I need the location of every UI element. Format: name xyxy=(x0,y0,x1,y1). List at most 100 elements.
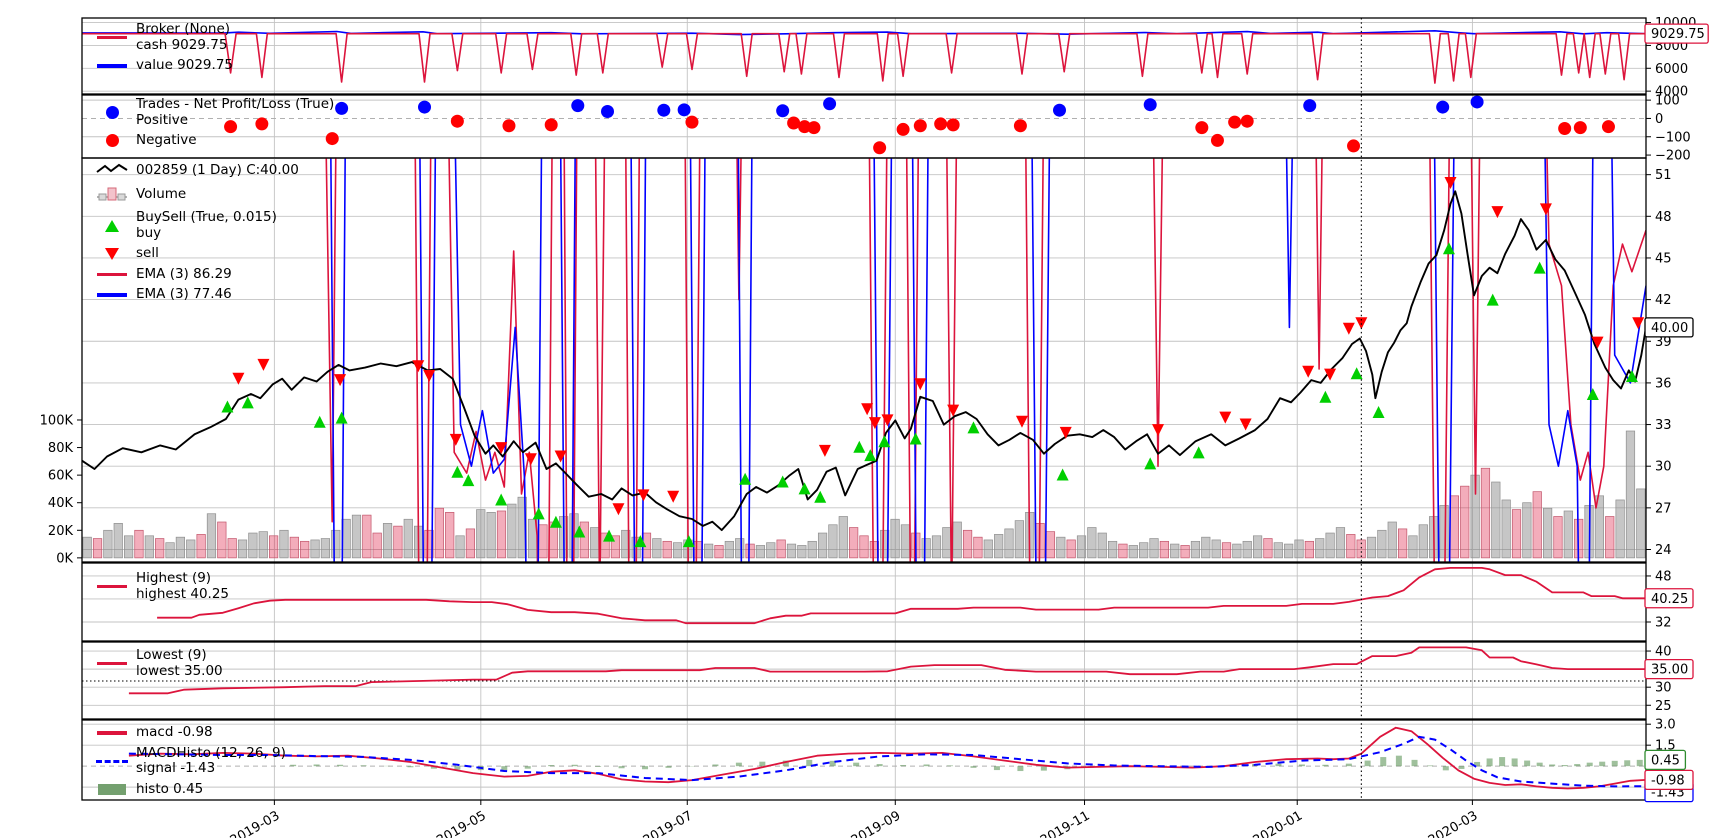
legend-icon-cell xyxy=(88,272,136,276)
y-axis-label-trades: 0 xyxy=(1655,112,1663,127)
price-line-icon xyxy=(96,161,128,180)
svg-text:40.00: 40.00 xyxy=(1651,321,1688,336)
volume-axis-label: 20K xyxy=(48,524,74,539)
svg-text:35.00: 35.00 xyxy=(1651,663,1688,678)
legend-label: EMA (3) 77.46 xyxy=(136,286,232,302)
negative-dot-icon xyxy=(105,134,119,148)
legend-main-row-5: EMA (3) 77.46 xyxy=(88,286,299,303)
cash-line-icon xyxy=(97,35,127,40)
legend-lowest-row-0: Lowest (9) lowest 35.00 xyxy=(88,647,223,679)
y-axis-label-trades: 100 xyxy=(1655,94,1680,109)
y-axis-label-main: 42 xyxy=(1655,293,1672,308)
positive-trades xyxy=(335,95,1484,118)
y-axis-label-main: 51 xyxy=(1655,168,1672,183)
legend-broker: Broker (None) cash 9029.75 value 9029.75 xyxy=(88,21,233,74)
legend-label: sell xyxy=(136,245,159,261)
legend-main-row-4: EMA (3) 86.29 xyxy=(88,265,299,283)
positive-dot-icon xyxy=(105,106,119,119)
y-axis-label-broker: 6000 xyxy=(1655,62,1688,77)
legend-icon-cell xyxy=(88,106,136,119)
y-axis-label-trades: −200 xyxy=(1655,149,1691,164)
volume-axis-label: 40K xyxy=(48,496,74,511)
histo-icon xyxy=(98,783,126,795)
highest-line-icon xyxy=(97,584,127,589)
value-tag-macd: -0.98 xyxy=(1644,769,1694,791)
y-axis-label-main: 33 xyxy=(1655,418,1672,433)
x-tick-label: 2019-07 xyxy=(641,808,696,838)
backtrader-figure: 100008000600040009029.75100 0 −100 −200 100K… xyxy=(0,0,1734,838)
legend-icon-cell xyxy=(88,293,136,297)
legend-label: Lowest (9) lowest 35.00 xyxy=(136,647,223,679)
y-axis-label-lowest: 30 xyxy=(1655,681,1672,696)
legend-macd: macd -0.98 MACDHisto (12, 26, 9) signal -1… xyxy=(88,724,286,798)
legend-main-row-0: 002859 (1 Day) C:40.00 xyxy=(88,161,299,180)
legend-label: EMA (3) 86.29 xyxy=(136,265,232,282)
legend-macd-row-2: histo 0.45 xyxy=(88,780,286,798)
legend-icon-cell xyxy=(88,64,136,68)
svg-text:40.25: 40.25 xyxy=(1651,592,1688,607)
buy-marker-icon xyxy=(105,219,119,232)
panel-border-highest xyxy=(81,562,1647,642)
legend-icon-cell xyxy=(88,661,136,666)
legend-trades-row-0: Trades - Net Profit/Loss (True) Positive xyxy=(88,96,335,128)
lowest-line-icon xyxy=(97,661,127,666)
ema-blue-icon xyxy=(97,293,127,297)
panel-border-broker xyxy=(81,17,1647,95)
y-axis-label-main: 36 xyxy=(1655,376,1672,391)
x-tick-label: 2020-01 xyxy=(1251,808,1306,838)
x-tick-label: 2019-09 xyxy=(849,808,904,838)
volume-icon xyxy=(97,185,127,205)
legend-icon-cell xyxy=(88,219,136,232)
value-line-icon xyxy=(97,64,127,68)
value-tag-highest: 40.25 xyxy=(1644,588,1694,609)
legend-label: Volume xyxy=(136,186,187,203)
legend-label: Trades - Net Profit/Loss (True) Positive xyxy=(136,96,335,128)
value-tag-lowest: 35.00 xyxy=(1644,658,1694,680)
legend-main-row-1: Volume xyxy=(88,185,299,205)
value-tag-macd: 0.45 xyxy=(1644,749,1687,771)
signal-line-icon xyxy=(96,759,128,763)
legend-trades-row-1: Negative xyxy=(88,132,334,149)
lowest-line xyxy=(128,646,1646,695)
cash-line xyxy=(82,32,1646,84)
volume-axis-label: 60K xyxy=(48,469,74,484)
legend-icon-cell xyxy=(88,161,136,180)
legend-icon-cell xyxy=(88,584,136,589)
svg-text:0.45: 0.45 xyxy=(1651,753,1680,768)
legend-main-row-2: BuySell (True, 0.015) buy xyxy=(88,209,299,241)
panel-lowest: 40 30 25 35.00 xyxy=(81,641,1694,720)
volume-axis-label: 100K xyxy=(40,413,74,428)
legend-icon-cell xyxy=(88,759,136,763)
signal-line xyxy=(128,735,1646,788)
volume-axis-label: 80K xyxy=(48,441,74,456)
y-axis-label-main: 27 xyxy=(1655,501,1672,516)
ema-red-icon xyxy=(97,272,127,276)
legend-label: histo 0.45 xyxy=(136,780,204,797)
y-axis-label-lowest: 40 xyxy=(1655,645,1672,660)
legend-trades: Trades - Net Profit/Loss (True) Positive N… xyxy=(88,96,335,149)
legend-label: Highest (9) highest 40.25 xyxy=(136,570,230,602)
legend-icon-cell xyxy=(88,185,136,205)
x-tick-label: 2019-03 xyxy=(228,808,283,838)
y-axis-label-main: 30 xyxy=(1655,460,1672,475)
ema-blue-line xyxy=(330,158,1646,562)
value-tag-broker: 9029.75 xyxy=(1644,23,1709,44)
legend-icon-cell xyxy=(88,134,136,148)
legend-broker-row-1: value 9029.75 xyxy=(88,57,233,74)
y-axis-label-main: 24 xyxy=(1655,543,1672,558)
legend-icon-cell xyxy=(88,35,136,40)
y-axis-label-lowest: 25 xyxy=(1655,699,1672,714)
sell-marker-icon xyxy=(105,247,119,260)
legend-broker-row-0: Broker (None) cash 9029.75 xyxy=(88,21,233,53)
panel-highest: 48 32 40.25 xyxy=(81,562,1694,642)
y-axis-label-main: 45 xyxy=(1655,251,1672,266)
panel-macd: 3.01.5−1.5-1.43-0.980.45 xyxy=(81,718,1694,803)
legend-label: BuySell (True, 0.015) buy xyxy=(136,209,277,241)
legend-label: macd -0.98 xyxy=(136,724,213,740)
legend-highest: Highest (9) highest 40.25 xyxy=(88,570,230,602)
y-axis-label-trades: −100 xyxy=(1655,130,1691,145)
legend-icon-cell xyxy=(88,731,136,735)
svg-text:-0.98: -0.98 xyxy=(1651,773,1685,788)
value-tag-main: 40.00 xyxy=(1644,317,1694,338)
x-tick-label: 2019-11 xyxy=(1038,808,1093,838)
